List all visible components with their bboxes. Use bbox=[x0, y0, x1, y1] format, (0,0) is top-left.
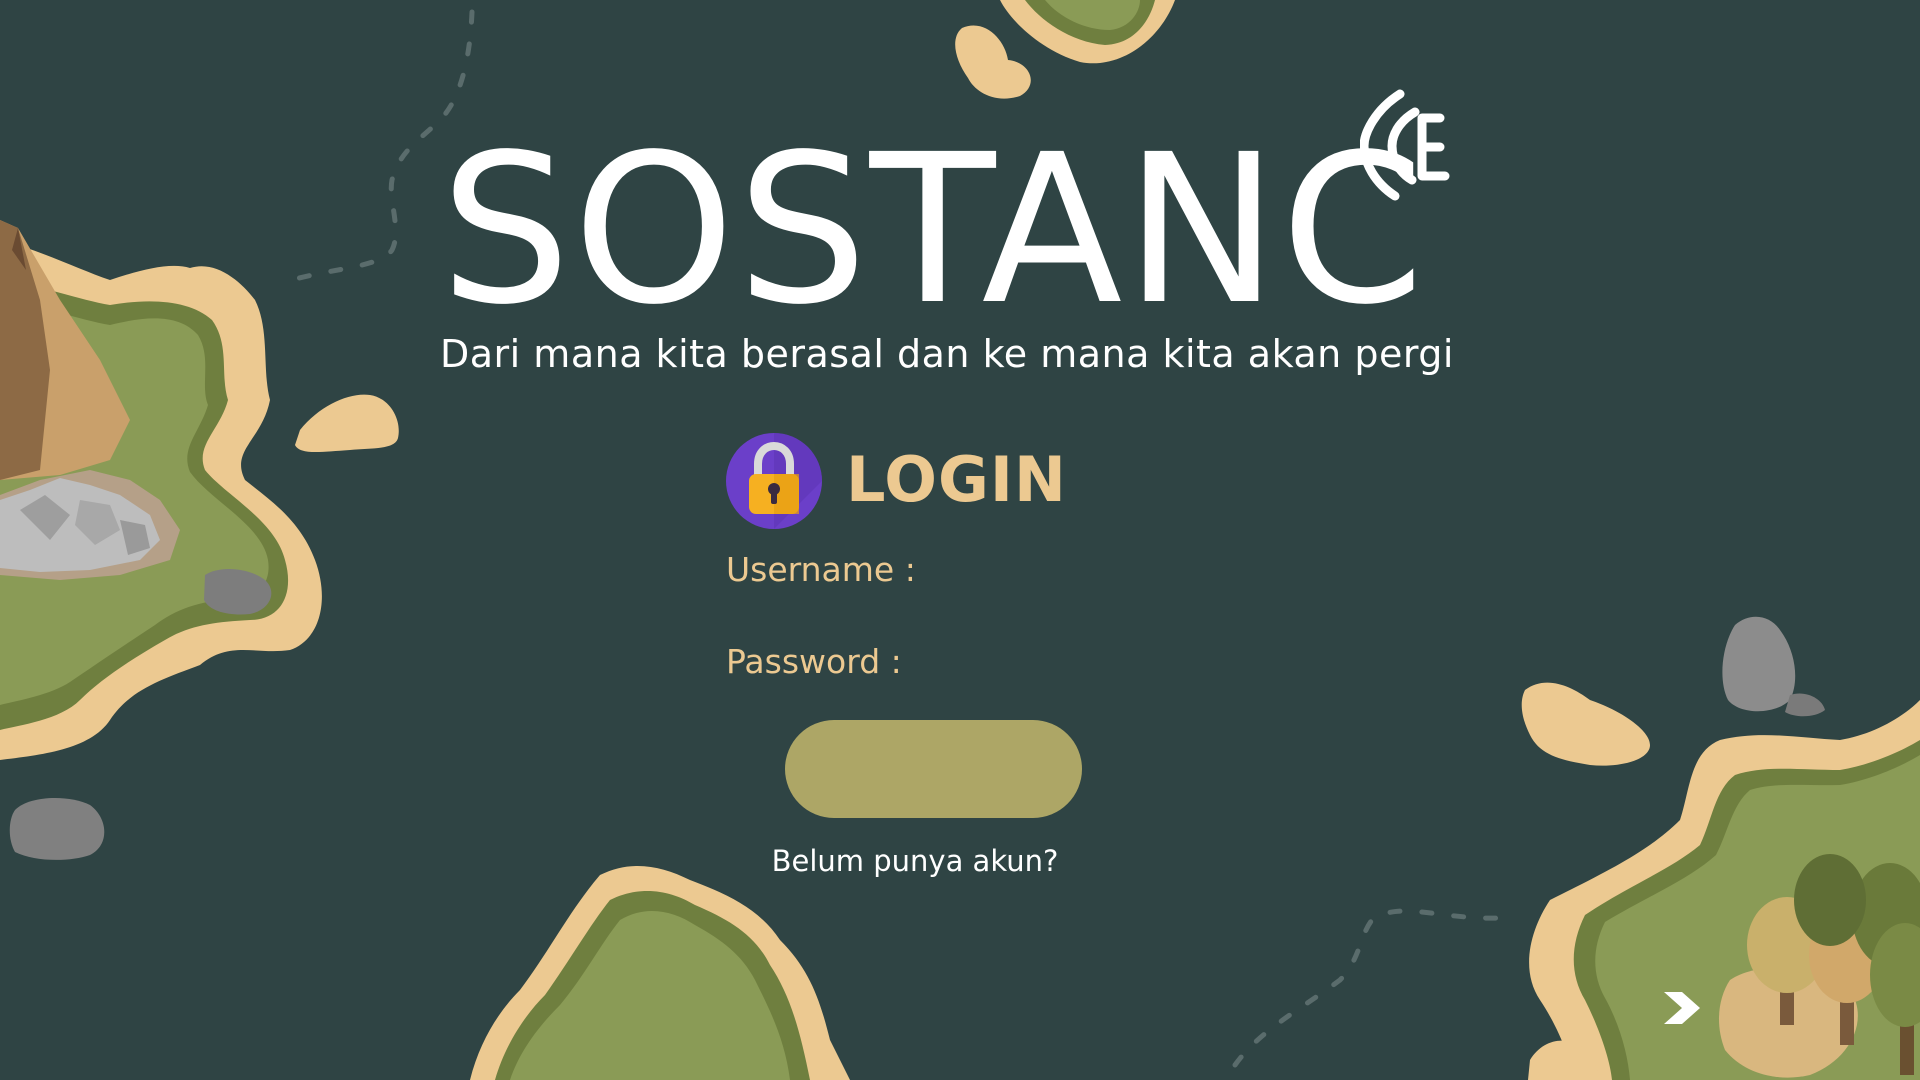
brand-e-mark-icon bbox=[1360, 89, 1450, 201]
chevron-right-icon[interactable] bbox=[1660, 990, 1704, 1026]
sand-islet-right bbox=[1521, 682, 1650, 766]
username-input[interactable] bbox=[910, 552, 1374, 598]
island-left bbox=[0, 220, 322, 760]
sand-islet-left bbox=[295, 394, 399, 453]
password-label: Password : bbox=[726, 642, 902, 681]
island-top bbox=[955, 0, 1175, 99]
padlock-icon bbox=[726, 433, 822, 529]
register-link[interactable]: Belum punya akun? bbox=[700, 844, 1130, 878]
username-label: Username : bbox=[726, 550, 916, 589]
password-input[interactable] bbox=[910, 644, 1374, 690]
login-submit-button[interactable] bbox=[785, 720, 1082, 818]
rock-right bbox=[1722, 616, 1825, 717]
rock-left bbox=[9, 798, 105, 860]
app-tagline: Dari mana kita berasal dan ke mana kita … bbox=[440, 332, 1454, 376]
login-heading: LOGIN bbox=[846, 443, 1067, 516]
island-bottom bbox=[470, 865, 850, 1080]
app-title: SOSTANC bbox=[440, 110, 1427, 350]
